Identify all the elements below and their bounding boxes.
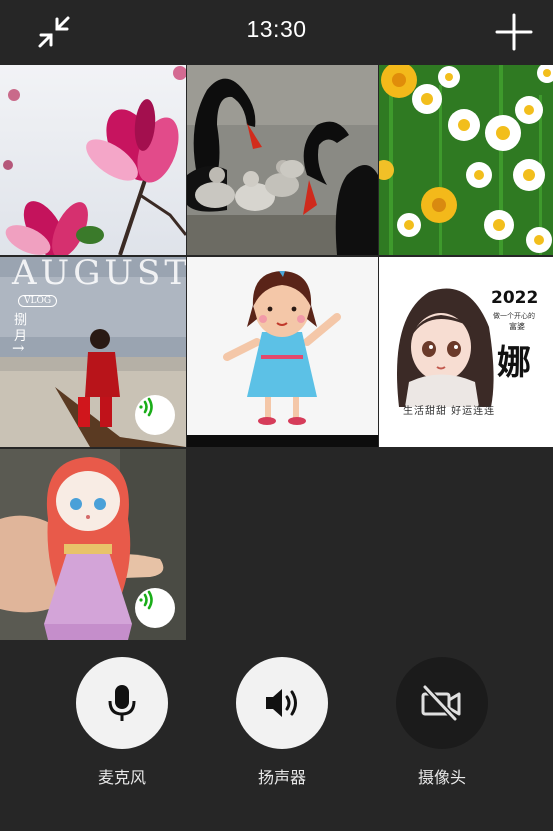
top-bar: 13:30 bbox=[0, 0, 553, 65]
overlay-line2: 富婆 bbox=[509, 322, 525, 331]
call-time: 13:30 bbox=[246, 16, 307, 42]
plus-icon[interactable] bbox=[494, 12, 534, 52]
overlay-big: 娜 bbox=[497, 343, 531, 383]
call-controls: 麦克风 扬声器 摄像头 bbox=[0, 641, 553, 831]
overlay-year: 2022 bbox=[491, 288, 539, 308]
speaker-icon bbox=[266, 689, 297, 717]
speaker-control: 扬声器 bbox=[227, 657, 337, 788]
participant-2022[interactable]: 2022 做一个开心的 富婆 娜 生活甜甜 好运连连 bbox=[379, 257, 553, 447]
overlay-sub: VLOG bbox=[18, 295, 58, 307]
overlay-arrow: → bbox=[12, 339, 25, 357]
overlay-line1: 做一个开心的 bbox=[493, 312, 535, 320]
microphone-control: 麦克风 bbox=[67, 657, 177, 788]
participant-doll[interactable] bbox=[0, 449, 186, 640]
voice-waves-icon bbox=[139, 590, 153, 610]
speaker-label: 扬声器 bbox=[257, 768, 306, 787]
participant-swans[interactable] bbox=[187, 65, 378, 255]
camera-off-icon bbox=[421, 684, 461, 722]
participant-grid: AUGUST VLOG 捌 月 → 2022 做一个开心的 富婆 娜 生活甜甜 … bbox=[0, 65, 553, 641]
participant-magnolia[interactable] bbox=[0, 65, 186, 255]
microphone-button[interactable] bbox=[76, 657, 168, 749]
camera-label: 摄像头 bbox=[417, 768, 466, 787]
participant-august[interactable]: AUGUST VLOG 捌 月 → bbox=[0, 257, 186, 447]
participant-cartoon-girl[interactable] bbox=[187, 257, 378, 447]
microphone-icon bbox=[108, 685, 136, 721]
speaking-indicator bbox=[135, 588, 175, 628]
camera-button[interactable] bbox=[396, 657, 488, 749]
speaking-indicator bbox=[135, 395, 175, 435]
participant-daisies[interactable] bbox=[379, 65, 553, 255]
overlay-title: AUGUST bbox=[12, 257, 186, 293]
speaker-button[interactable] bbox=[236, 657, 328, 749]
microphone-label: 麦克风 bbox=[97, 768, 146, 787]
voice-waves-icon bbox=[139, 397, 153, 417]
overlay-bottom: 生活甜甜 好运连连 bbox=[403, 406, 496, 417]
camera-control: 摄像头 bbox=[387, 657, 497, 788]
